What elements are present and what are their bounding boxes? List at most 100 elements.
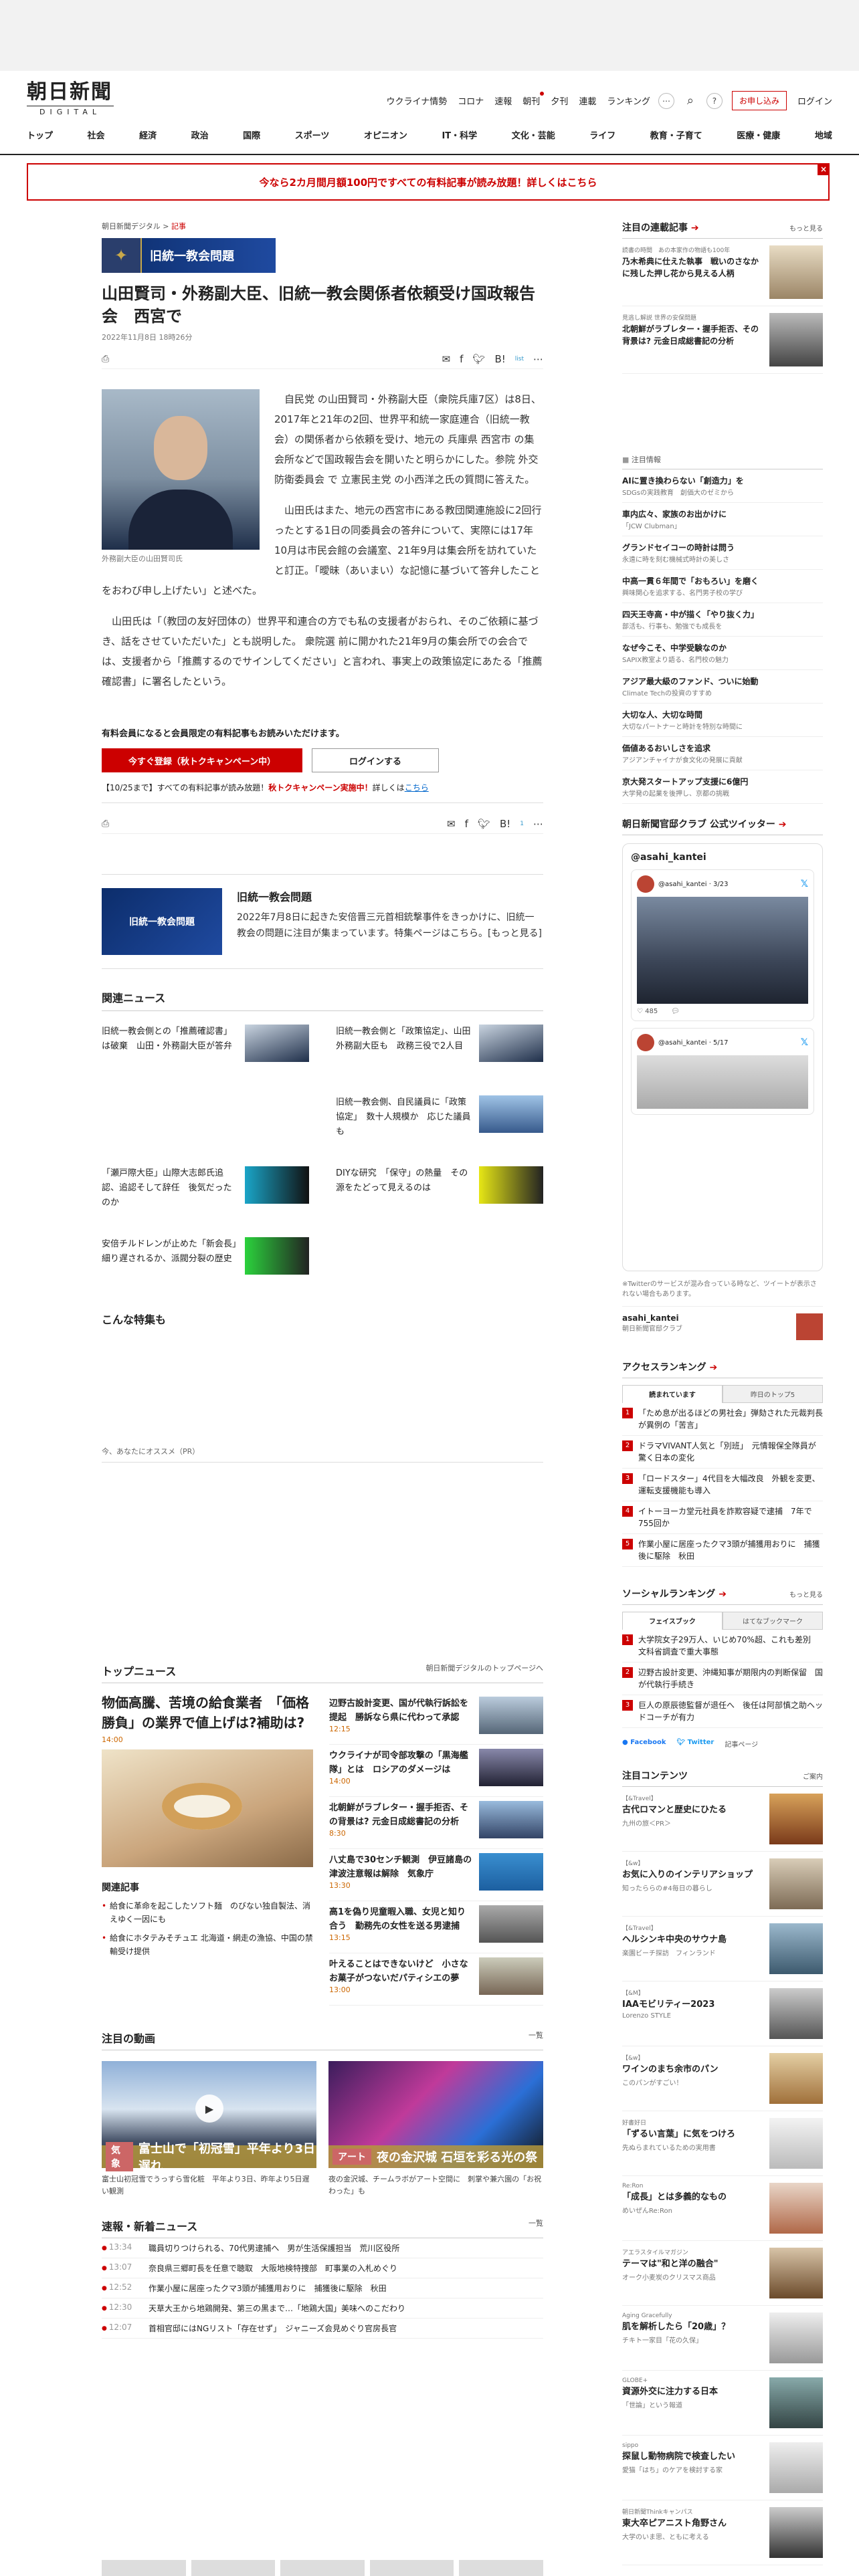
series-more[interactable]: もっと見る bbox=[789, 223, 823, 233]
videos-more[interactable]: 一覧 bbox=[529, 2030, 543, 2046]
social-item[interactable]: 3 巨人の原辰徳監督が退任へ 後任は阿部慎之助ヘッドコーチが有力 bbox=[622, 1695, 823, 1728]
flash-item[interactable]: 13:07 奈良県三郷町長を任意で聴取 大阪地検特捜部 町事業の入札めぐり bbox=[102, 2258, 543, 2278]
mail-icon[interactable]: ✉ bbox=[447, 818, 456, 830]
nav-top[interactable]: トップ bbox=[27, 128, 53, 141]
tab-facebook[interactable]: フェイスブック bbox=[622, 1612, 723, 1630]
flash-more[interactable]: 一覧 bbox=[529, 2218, 543, 2234]
bottom-thumb[interactable] bbox=[280, 2560, 365, 2576]
close-icon[interactable]: × bbox=[818, 163, 830, 175]
feature-banner[interactable]: ✦ 旧統一教会問題 bbox=[102, 238, 276, 273]
register-button[interactable]: 今すぐ登録（秋トクキャンペーン中） bbox=[102, 748, 302, 772]
search-icon[interactable]: ⌕ bbox=[682, 93, 698, 109]
related-item[interactable]: 安倍チルドレンが止めた「新会長」 細り遅されるか、派閥分裂の歴史 bbox=[102, 1237, 309, 1291]
subnav-ranking[interactable]: ランキング bbox=[607, 94, 650, 107]
related-item[interactable]: 「瀬戸際大臣」山際大志郎氏追認、追認そして辞任 後気だったのか bbox=[102, 1166, 309, 1220]
nav-it-science[interactable]: IT・科学 bbox=[442, 128, 477, 141]
content-item[interactable]: Re:Ron 「成長」とは多義的なもの めいぜんRe:Ron bbox=[622, 2176, 823, 2241]
ranking-item[interactable]: 4 イトーヨーカ堂元社員を詐欺容疑で逮捕 7年で755回か bbox=[622, 1501, 823, 1534]
facebook-icon[interactable]: f bbox=[460, 353, 463, 365]
article-photo[interactable]: 外務副大臣の山田賢司氏 bbox=[102, 389, 260, 564]
twitter-icon[interactable]: 🐦︎ bbox=[472, 353, 485, 365]
bottom-thumb[interactable] bbox=[369, 2560, 454, 2576]
site-logo[interactable]: 朝日新聞 DIGITAL bbox=[27, 80, 114, 116]
feature-box[interactable]: 旧統一教会問題 旧統一教会問題 2022年7月8日に起きた安倍晋三元首相銃撃事件… bbox=[102, 874, 543, 969]
twitter-account-card[interactable]: asahi_kantei 朝日新聞官邸クラブ bbox=[622, 1306, 823, 1340]
nav-region[interactable]: 地域 bbox=[815, 128, 832, 141]
hatena-icon[interactable]: B! bbox=[500, 818, 510, 830]
more-share-icon[interactable]: ⋯ bbox=[533, 353, 543, 365]
topnews-item[interactable]: 八丈島で30センチ観測 伊豆諸島の津波注意報は解除 気象庁 13:30 bbox=[329, 1849, 543, 1901]
nav-life[interactable]: ライフ bbox=[589, 128, 615, 141]
topnews-lead[interactable]: 物価高騰、苦境の給食業者 「価格勝負」の業界で値上げは?補助は? 14:00 関… bbox=[102, 1693, 313, 2006]
social-item[interactable]: 2 辺野古設計変更、沖縄知事が期限内の判断保留 国が代執行手続き bbox=[622, 1662, 823, 1695]
ad-item[interactable]: 価値あるおいしさを追求 アジアンチャイナが食文化の発展に貢献 bbox=[622, 737, 823, 770]
nav-education[interactable]: 教育・子育て bbox=[650, 128, 702, 141]
ad-item[interactable]: AIに置き換わらない「創造力」を SDGsの実践教育 創価大のゼミから bbox=[622, 469, 823, 503]
content-item[interactable]: Aging Gracefully 肌を解析したら「20歳」？ チキト一家目「花の久保… bbox=[622, 2306, 823, 2371]
article-page-link[interactable]: 記事ページ bbox=[725, 1739, 758, 1749]
ad-item[interactable]: 中高一貫６年間で「おもろい」を磨く 興味関心を追求する、名門男子校の学び bbox=[622, 570, 823, 603]
play-icon[interactable]: ▶ bbox=[195, 2095, 223, 2123]
nav-society[interactable]: 社会 bbox=[88, 128, 105, 141]
bottom-thumb[interactable] bbox=[459, 2560, 543, 2576]
lead-title[interactable]: 物価高騰、苦境の給食業者 「価格勝負」の業界で値上げは?補助は? bbox=[102, 1693, 313, 1733]
nav-politics[interactable]: 政治 bbox=[191, 128, 209, 141]
video-item[interactable]: アート 夜の金沢城 石垣を彩る光の祭 夜の金沢城、チームラボがアート空間に 刺掌や… bbox=[328, 2061, 543, 2197]
content-item[interactable]: sippo 探鼠し動物病院で検査したい 愛猫「はち」のケアを検討する家 bbox=[622, 2436, 823, 2500]
related-item[interactable]: 旧統一教会側と「政策協定」、山田外務副大臣も 政務三役で2人目 bbox=[336, 1025, 543, 1078]
hatena-icon[interactable]: B! bbox=[494, 353, 505, 365]
bottom-thumb[interactable] bbox=[102, 2560, 186, 2576]
facebook-icon[interactable]: f bbox=[465, 818, 468, 830]
lead-related-item[interactable]: 給食にホタテみそチュエ 北海道・網走の漁協、中国の禁輸受け提供 bbox=[102, 1931, 313, 1958]
campaign-link[interactable]: こちら bbox=[405, 783, 429, 792]
related-item[interactable]: 旧統一教会側、自民議員に「政策協定」 数十人規模か 応じた議員も bbox=[336, 1095, 543, 1149]
heart-icon[interactable]: ♡ 485 bbox=[637, 1008, 658, 1015]
ranking-item[interactable]: 3 「ロードスター」4代目を大幅改良 外観を変更、運転支援機能も導入 bbox=[622, 1469, 823, 1501]
nav-health[interactable]: 医療・健康 bbox=[737, 128, 780, 141]
feature-title[interactable]: 旧統一教会問題 bbox=[237, 888, 543, 904]
subnav-flash[interactable]: 速報 bbox=[494, 94, 512, 107]
content-item[interactable]: 【&w】 お気に入りのインテリアショップ 知ったららの#4毎日の暮らし bbox=[622, 1852, 823, 1917]
bottom-thumb[interactable] bbox=[191, 2560, 276, 2576]
content-item[interactable]: 【&Travel】 ヘルシンキ中央のサウナ島 楽園ビーチ探訪 フィンランド bbox=[622, 1917, 823, 1981]
tweet-image[interactable] bbox=[637, 897, 808, 1004]
subscribe-button[interactable]: お申し込み bbox=[731, 91, 787, 110]
ad-item[interactable]: 車内広々、家族のお出かけに 「JCW Clubman」 bbox=[622, 503, 823, 536]
social-more[interactable]: もっと見る bbox=[789, 1589, 823, 1599]
ranking-item[interactable]: 1 「ため息が出るほどの男社会」弾劾された元裁判長が異例の「苦言」 bbox=[622, 1403, 823, 1436]
content-item[interactable]: 【&w】 ワインのまち余市のパン このパンがすごい！ bbox=[622, 2046, 823, 2111]
content-item[interactable]: 【&Travel】 古代ロマンと歴史にひたる 九州の旅＜PR＞ bbox=[622, 1787, 823, 1852]
twitter-link[interactable]: 🐦︎ Twitter bbox=[676, 1739, 714, 1749]
twitter-icon[interactable]: 🐦︎ bbox=[478, 818, 490, 830]
topnews-item[interactable]: 北朝鮮がラブレター・握手拒否、その背景は? 元金日成総書記の分析 8:30 bbox=[329, 1797, 543, 1849]
subnav-evening[interactable]: 夕刊 bbox=[551, 94, 568, 107]
topnews-link[interactable]: 朝日新聞デジタルのトップページへ bbox=[425, 1662, 543, 1679]
ad-item[interactable]: 京大発スタートアップ支援に6億円 大学発の起業を後押し、京都の挑戦 bbox=[622, 770, 823, 804]
print-icon[interactable]: ⎙ bbox=[102, 354, 109, 364]
flash-item[interactable]: 12:52 作業小屋に居座ったクマ3頭が捕獲用おりに 捕獲後に駆除 秋田 bbox=[102, 2278, 543, 2298]
topnews-item[interactable]: 叶えることはできないけど 小さなお菓子がつないだパティシエの夢 13:00 bbox=[329, 1953, 543, 2006]
related-item[interactable]: 旧統一教会側との「推薦確認書」は破棄 山田・外務副大臣が答弁 bbox=[102, 1025, 309, 1078]
lead-related-item[interactable]: 給食に革命を起こしたソフト麺 のびない独自製法、消えゆく一因にも bbox=[102, 1899, 313, 1926]
crumb-section[interactable]: 記事 bbox=[171, 222, 186, 231]
related-item[interactable]: DIYな研究 「保守」の熱量 その源をたどって見えるのは bbox=[336, 1166, 543, 1220]
twitter-embed[interactable]: @asahi_kantei @asahi_kantei · 3/23 𝕏 ♡ 48… bbox=[622, 843, 823, 1271]
content-item[interactable]: アエラスタイルマガジン テーマは"和と洋の融合" オーク小麦炭のクリスマス商品 bbox=[622, 2241, 823, 2306]
series-item[interactable]: 読書の時間 あの本家作の物語も100年 乃木希典に仕えた執事 戦いのさなかに残した… bbox=[622, 239, 823, 306]
ad-item[interactable]: 大切な人、大切な時間 大切なパートナーと時計を特別な時間に bbox=[622, 704, 823, 737]
facebook-link[interactable]: ● Facebook bbox=[622, 1739, 666, 1749]
x-logo-icon[interactable]: 𝕏 bbox=[801, 1037, 808, 1048]
content-item[interactable]: GLOBE+ 資源外交に注力する日本 「世論」という報道 bbox=[622, 2371, 823, 2436]
ad-item[interactable]: グランドセイコーの時計は問う 永遠に時を刻む機械式時計の美しさ bbox=[622, 536, 823, 570]
tab-hatena[interactable]: はてなブックマーク bbox=[723, 1612, 823, 1630]
tab-yesterday-top5[interactable]: 昨日のトップ5 bbox=[723, 1385, 823, 1403]
nav-opinion[interactable]: オピニオン bbox=[364, 128, 407, 141]
flash-item[interactable]: 13:34 職員切りつけられる、70代男逮捕へ 男が生活保護担当 荒川区役所 bbox=[102, 2238, 543, 2258]
content-item[interactable]: 好書好日 「ずるい言葉」に気をつけろ 先ぬらまれているための実用書 bbox=[622, 2111, 823, 2176]
ranking-item[interactable]: 2 ドラマVIVANT人気と「別班」 元情報保全隊員が驚く日本の変化 bbox=[622, 1436, 823, 1469]
tab-most-read[interactable]: 読まれています bbox=[622, 1385, 723, 1403]
subnav-ukraine[interactable]: ウクライナ情勢 bbox=[387, 94, 448, 107]
content-item[interactable]: 朝日新聞Thinkキャンパス 東大卒ピアニスト角野さん 大学のいま思、ともに考える bbox=[622, 2500, 823, 2565]
subnav-corona[interactable]: コロナ bbox=[458, 94, 484, 107]
ad-item[interactable]: アジア最大級のファンド、ついに始動 Climate Techの投資のすすめ bbox=[622, 670, 823, 704]
